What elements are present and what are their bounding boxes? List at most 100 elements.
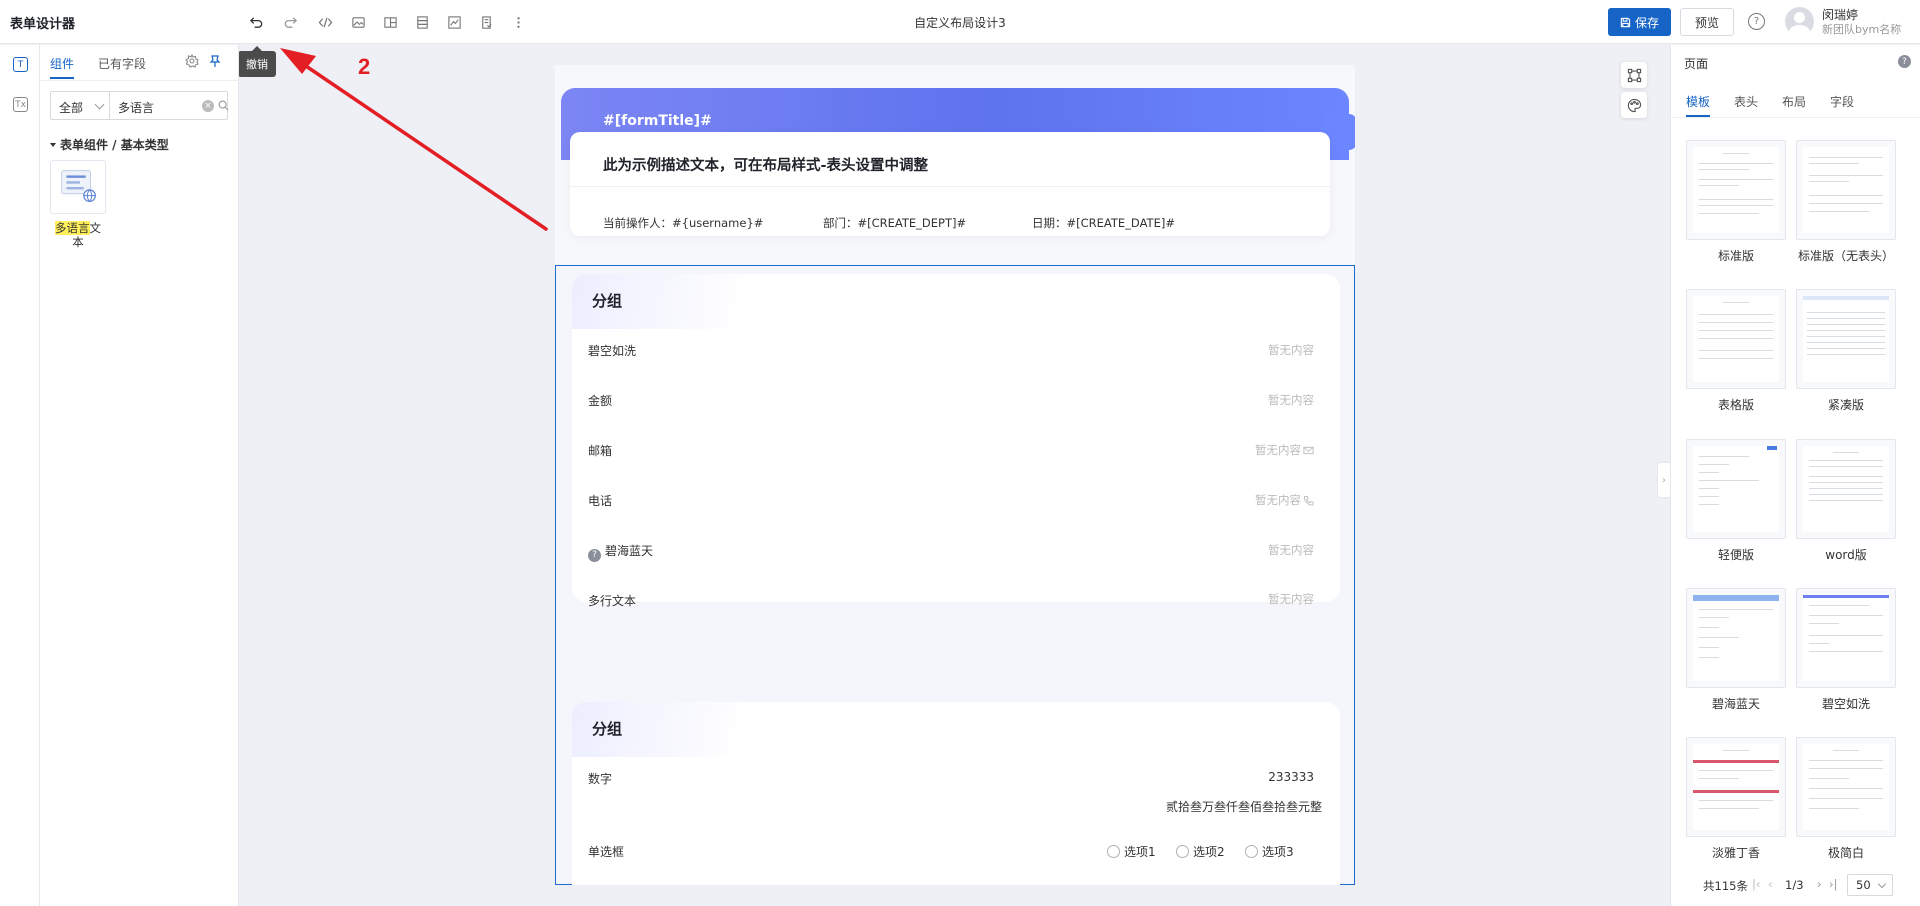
code-icon[interactable] — [313, 10, 337, 34]
pager-total: 共115条 — [1703, 879, 1748, 893]
template-preview — [1693, 595, 1779, 681]
component-group-title[interactable]: 表单组件 / 基本类型 — [50, 136, 169, 153]
avatar[interactable] — [1785, 7, 1814, 36]
next-page-icon[interactable]: › — [1817, 877, 1822, 891]
radio-circle — [1107, 845, 1120, 858]
stack-icon[interactable] — [410, 10, 434, 34]
tab-header[interactable]: 表头 — [1734, 93, 1758, 110]
undo-icon[interactable] — [244, 10, 268, 34]
template-name: 轻便版 — [1717, 548, 1754, 562]
top-bar: 表单设计器 自定义布局设计3 保存 预览 ? 闵瑞婷 新团队bym名称 — [0, 0, 1920, 44]
radio-option-label: 选项3 — [1262, 845, 1294, 859]
radio-circle — [1176, 845, 1189, 858]
form-header-card[interactable]: 此为示例描述文本，可在布局样式-表头设置中调整 当前操作人：#{username… — [570, 132, 1330, 236]
field-placeholder[interactable]: 暂无内容 — [1255, 492, 1314, 508]
clear-icon[interactable]: × — [202, 100, 214, 112]
field-placeholder[interactable]: 暂无内容 — [1268, 591, 1314, 607]
field-placeholder-text: 暂无内容 — [1268, 343, 1314, 357]
structure-icon[interactable] — [1621, 62, 1647, 88]
search-highlight: 多语言 — [55, 221, 90, 235]
more-icon[interactable] — [506, 10, 530, 34]
help-icon[interactable]: ? — [1898, 55, 1911, 68]
template-thumbnail[interactable] — [1796, 439, 1896, 539]
collapse-panel-handle[interactable]: › — [1657, 462, 1671, 498]
tab-layout[interactable]: 布局 — [1782, 93, 1806, 110]
group-section[interactable]: 分组 碧空如洗 暂无内容 金额 暂无内容 邮箱 暂无内容 电话 暂无内容 ? 碧海… — [572, 274, 1340, 608]
preview-button[interactable]: 预览 — [1680, 8, 1734, 36]
pin-icon[interactable] — [208, 54, 222, 68]
template-thumbnail[interactable] — [1796, 737, 1896, 837]
redo-icon[interactable] — [278, 10, 302, 34]
group-section[interactable]: 分组 数字 233333 贰拾叁万叁仟叁佰叁拾叁元整 单选框 选项1 选项2 选… — [572, 702, 1340, 885]
field-placeholder-text: 暂无内容 — [1268, 543, 1314, 557]
first-page-icon[interactable]: |‹ — [1752, 877, 1760, 891]
field-label: 碧海蓝天 — [605, 544, 654, 558]
category-select[interactable]: 全部 — [51, 92, 110, 119]
field-label: 碧空如洗 — [588, 344, 637, 358]
prev-page-icon[interactable]: ‹ — [1768, 877, 1773, 891]
template-thumbnail[interactable] — [1686, 737, 1786, 837]
group-title: 分组 — [592, 292, 623, 310]
tab-underline — [50, 77, 74, 79]
form-canvas[interactable]: #[formTitle]# 此为示例描述文本，可在布局样式-表头设置中调整 当前… — [555, 65, 1355, 885]
pager-current: 1/3 — [1785, 878, 1804, 892]
template-thumbnail[interactable] — [1796, 588, 1896, 688]
panel-divider — [40, 80, 239, 81]
search-icon[interactable] — [218, 100, 229, 111]
tab-existing-fields[interactable]: 已有字段 — [98, 55, 146, 72]
save-button[interactable]: 保存 — [1608, 8, 1671, 36]
tab-components[interactable]: 组件 — [50, 55, 74, 72]
template-name: 标准版 — [1717, 249, 1754, 263]
radio-option[interactable]: 选项1 — [1107, 843, 1156, 860]
field-placeholder[interactable]: 暂无内容 — [1255, 442, 1314, 458]
template-thumbnail[interactable] — [1796, 289, 1896, 389]
settings-icon[interactable] — [185, 54, 199, 68]
radio-option[interactable]: 选项2 — [1176, 843, 1225, 860]
help-icon[interactable]: ? — [1748, 13, 1765, 30]
panel-divider — [1671, 117, 1920, 118]
meta-department: 部门：#[CREATE_DEPT]# — [823, 216, 967, 230]
last-page-icon[interactable]: ›| — [1829, 877, 1837, 891]
field-placeholder[interactable]: 暂无内容 — [1268, 392, 1314, 408]
template-preview — [1803, 446, 1889, 532]
template-name: 碧空如洗 — [1821, 697, 1870, 711]
book-icon[interactable] — [474, 10, 498, 34]
template-name: 极简白 — [1827, 846, 1864, 860]
radio-option[interactable]: 选项3 — [1245, 843, 1294, 860]
mail-icon — [1303, 446, 1314, 454]
tab-template[interactable]: 模板 — [1686, 93, 1710, 110]
field-placeholder-text: 暂无内容 — [1268, 592, 1314, 606]
image-icon[interactable] — [346, 10, 370, 34]
template-thumbnail[interactable] — [1686, 588, 1786, 688]
left-rail: T Tx — [0, 45, 40, 906]
selected-body-area[interactable]: 分组 碧空如洗 暂无内容 金额 暂无内容 邮箱 暂无内容 电话 暂无内容 ? 碧海… — [555, 265, 1355, 885]
field-placeholder[interactable]: 暂无内容 — [1268, 542, 1314, 558]
layout-icon[interactable] — [378, 10, 402, 34]
undo-tooltip: 撤销 — [238, 46, 276, 77]
text-field-icon[interactable]: Tx — [13, 97, 28, 112]
field-placeholder[interactable]: 暂无内容 — [1268, 342, 1314, 358]
annotation-number: 2 — [358, 54, 371, 79]
template-thumbnail[interactable] — [1686, 439, 1786, 539]
template-thumbnail[interactable] — [1686, 140, 1786, 240]
template-preview — [1803, 744, 1889, 830]
search-input[interactable]: 多语言 — [118, 99, 154, 116]
tab-fields[interactable]: 字段 — [1830, 93, 1854, 110]
template-name: 表格版 — [1717, 398, 1754, 412]
template-thumbnail[interactable] — [1686, 289, 1786, 389]
multilang-text-component[interactable] — [50, 160, 106, 214]
header-divider — [570, 186, 1330, 187]
field-label: 单选框 — [588, 845, 625, 859]
text-component-icon[interactable]: T — [13, 57, 28, 72]
group-title: 分组 — [592, 720, 623, 738]
component-filter: 全部 多语言 × — [50, 91, 229, 120]
field-placeholder-text: 暂无内容 — [1268, 393, 1314, 407]
template-thumbnail[interactable] — [1796, 140, 1896, 240]
help-icon[interactable]: ? — [588, 548, 601, 562]
chart-icon[interactable] — [442, 10, 466, 34]
palette-icon[interactable] — [1621, 92, 1647, 118]
settings-panel: 页面 ? 模板 表头 布局 字段 标准版 标准版（无表头） 表格版 紧凑版 轻便… — [1670, 45, 1920, 906]
page-size-select[interactable]: 50 — [1847, 874, 1893, 896]
meta-operator: 当前操作人：#{username}# — [603, 216, 764, 230]
number-value[interactable]: 233333 — [1268, 770, 1314, 784]
